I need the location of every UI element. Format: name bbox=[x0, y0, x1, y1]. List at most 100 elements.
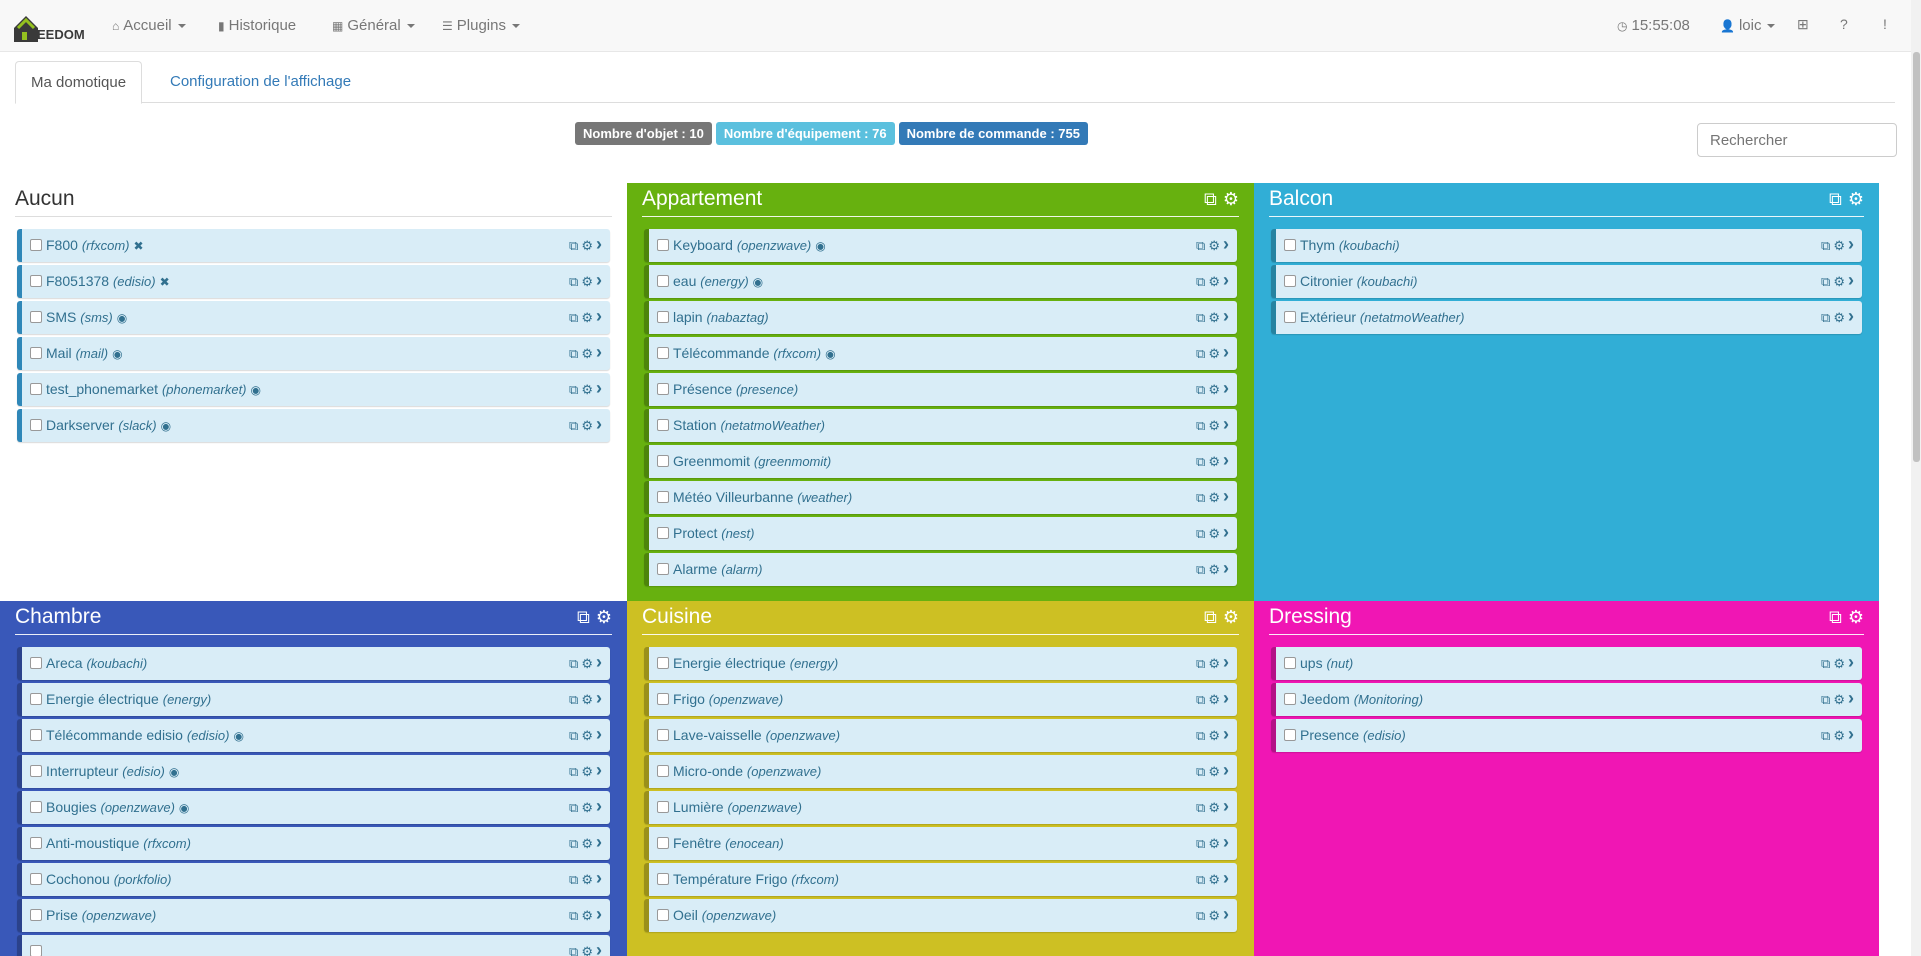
gear-icon[interactable]: ⚙ bbox=[581, 310, 593, 325]
external-link-icon[interactable]: ⧉ bbox=[1196, 562, 1205, 577]
external-link-icon[interactable]: ⧉ bbox=[1196, 346, 1205, 361]
tab-configuration-affichage[interactable]: Configuration de l'affichage bbox=[155, 61, 366, 103]
equipment-row[interactable]: Energie électrique (energy) ⧉ ⚙ › bbox=[17, 683, 610, 716]
object-title[interactable]: Chambre bbox=[15, 605, 101, 629]
chevron-right-icon[interactable]: › bbox=[596, 904, 602, 924]
gear-icon[interactable]: ⚙ bbox=[1208, 382, 1220, 397]
chevron-right-icon[interactable]: › bbox=[1223, 270, 1229, 290]
equipment-row[interactable]: Protect (nest) ⧉ ⚙ › bbox=[644, 517, 1237, 550]
equipment-row[interactable]: Présence (presence) ⧉ ⚙ › bbox=[644, 373, 1237, 406]
external-link-icon[interactable]: ⧉ bbox=[569, 418, 578, 433]
gear-icon[interactable]: ⚙ bbox=[581, 944, 593, 956]
gear-icon[interactable]: ⚙ bbox=[581, 656, 593, 671]
chevron-right-icon[interactable]: › bbox=[596, 832, 602, 852]
equipment-row[interactable]: Alarme (alarm) ⧉ ⚙ › bbox=[644, 553, 1237, 586]
gear-icon[interactable]: ⚙ bbox=[581, 872, 593, 887]
equipment-row[interactable]: F800 (rfxcom) ✖ ⧉ ⚙ › bbox=[17, 229, 610, 262]
tab-ma-domotique[interactable]: Ma domotique bbox=[15, 61, 143, 104]
external-link-icon[interactable]: ⧉ bbox=[569, 238, 578, 253]
chevron-right-icon[interactable]: › bbox=[1223, 724, 1229, 744]
external-link-icon[interactable]: ⧉ bbox=[569, 872, 578, 887]
equipment-row[interactable]: Prise (openzwave) ⧉ ⚙ › bbox=[17, 899, 610, 932]
equipment-row[interactable]: Oeil (openzwave) ⧉ ⚙ › bbox=[644, 899, 1237, 932]
chevron-right-icon[interactable]: › bbox=[1223, 832, 1229, 852]
equipment-checkbox[interactable] bbox=[657, 801, 669, 813]
equipment-row[interactable]: Lumière (openzwave) ⧉ ⚙ › bbox=[644, 791, 1237, 824]
equipment-checkbox[interactable] bbox=[30, 765, 42, 777]
external-link-icon[interactable]: ⧉ bbox=[569, 836, 578, 851]
equipment-checkbox[interactable] bbox=[657, 311, 669, 323]
chevron-right-icon[interactable]: › bbox=[1223, 234, 1229, 254]
equipment-checkbox[interactable] bbox=[30, 419, 42, 431]
equipment-checkbox[interactable] bbox=[30, 657, 42, 669]
chevron-right-icon[interactable]: › bbox=[596, 940, 602, 956]
external-link-icon[interactable]: ⧉ bbox=[1821, 692, 1830, 707]
gear-icon[interactable]: ⚙ bbox=[1208, 418, 1220, 433]
external-link-icon[interactable]: ⧉ bbox=[569, 346, 578, 361]
external-link-icon[interactable]: ⧉ bbox=[577, 607, 590, 628]
equipment-row[interactable]: Areca (koubachi) ⧉ ⚙ › bbox=[17, 647, 610, 680]
chevron-right-icon[interactable]: › bbox=[1848, 270, 1854, 290]
gear-icon[interactable]: ⚙ bbox=[1833, 692, 1845, 707]
gear-icon[interactable]: ⚙ bbox=[581, 382, 593, 397]
external-link-icon[interactable]: ⧉ bbox=[1196, 454, 1205, 469]
chevron-right-icon[interactable]: › bbox=[596, 796, 602, 816]
chevron-right-icon[interactable]: › bbox=[1848, 652, 1854, 672]
external-link-icon[interactable]: ⧉ bbox=[1196, 764, 1205, 779]
external-link-icon[interactable]: ⧉ bbox=[569, 908, 578, 923]
gear-icon[interactable]: ⚙ bbox=[1208, 238, 1220, 253]
equipment-row[interactable]: Météo Villeurbanne (weather) ⧉ ⚙ › bbox=[644, 481, 1237, 514]
equipment-row[interactable]: Darkserver (slack) ◉ ⧉ ⚙ › bbox=[17, 409, 610, 442]
equipment-checkbox[interactable] bbox=[1284, 275, 1296, 287]
equipment-row[interactable]: Fenêtre (enocean) ⧉ ⚙ › bbox=[644, 827, 1237, 860]
external-link-icon[interactable]: ⧉ bbox=[1204, 189, 1217, 210]
chevron-right-icon[interactable]: › bbox=[596, 378, 602, 398]
chevron-right-icon[interactable]: › bbox=[1223, 868, 1229, 888]
equipment-checkbox[interactable] bbox=[30, 945, 42, 956]
chevron-right-icon[interactable]: › bbox=[596, 414, 602, 434]
chevron-right-icon[interactable]: › bbox=[1223, 904, 1229, 924]
chevron-right-icon[interactable]: › bbox=[596, 868, 602, 888]
external-link-icon[interactable]: ⧉ bbox=[1196, 382, 1205, 397]
gear-icon[interactable]: ⚙ bbox=[1223, 607, 1239, 628]
alert-icon[interactable]: ! bbox=[1883, 16, 1887, 32]
external-link-icon[interactable]: ⧉ bbox=[569, 764, 578, 779]
chevron-right-icon[interactable]: › bbox=[596, 724, 602, 744]
equipment-row[interactable]: Greenmomit (greenmomit) ⧉ ⚙ › bbox=[644, 445, 1237, 478]
gear-icon[interactable]: ⚙ bbox=[1208, 274, 1220, 289]
gear-icon[interactable]: ⚙ bbox=[581, 800, 593, 815]
external-link-icon[interactable]: ⧉ bbox=[1196, 836, 1205, 851]
chevron-right-icon[interactable]: › bbox=[596, 270, 602, 290]
nav-plugins[interactable]: ☰ Plugins bbox=[442, 17, 520, 34]
gear-icon[interactable]: ⚙ bbox=[1208, 764, 1220, 779]
equipment-row[interactable]: lapin (nabaztag) ⧉ ⚙ › bbox=[644, 301, 1237, 334]
gear-icon[interactable]: ⚙ bbox=[581, 836, 593, 851]
equipment-checkbox[interactable] bbox=[1284, 729, 1296, 741]
external-link-icon[interactable]: ⧉ bbox=[1821, 310, 1830, 325]
equipment-row[interactable]: Presence (edisio) ⧉ ⚙ › bbox=[1271, 719, 1862, 752]
external-link-icon[interactable]: ⧉ bbox=[1196, 310, 1205, 325]
gear-icon[interactable]: ⚙ bbox=[1208, 562, 1220, 577]
equipment-checkbox[interactable] bbox=[657, 347, 669, 359]
equipment-checkbox[interactable] bbox=[657, 419, 669, 431]
equipment-checkbox[interactable] bbox=[1284, 311, 1296, 323]
equipment-checkbox[interactable] bbox=[30, 909, 42, 921]
gear-icon[interactable]: ⚙ bbox=[1208, 490, 1220, 505]
gear-icon[interactable]: ⚙ bbox=[1848, 189, 1864, 210]
external-link-icon[interactable]: ⧉ bbox=[1196, 418, 1205, 433]
equipment-row[interactable]: Micro-onde (openzwave) ⧉ ⚙ › bbox=[644, 755, 1237, 788]
external-link-icon[interactable]: ⧉ bbox=[569, 382, 578, 397]
external-link-icon[interactable]: ⧉ bbox=[1196, 526, 1205, 541]
equipment-row[interactable]: Extérieur (netatmoWeather) ⧉ ⚙ › bbox=[1271, 301, 1862, 334]
equipment-checkbox[interactable] bbox=[657, 383, 669, 395]
external-link-icon[interactable]: ⧉ bbox=[1196, 238, 1205, 253]
external-link-icon[interactable]: ⧉ bbox=[569, 656, 578, 671]
external-link-icon[interactable]: ⧉ bbox=[1821, 238, 1830, 253]
chevron-right-icon[interactable]: › bbox=[596, 234, 602, 254]
external-link-icon[interactable]: ⧉ bbox=[1196, 872, 1205, 887]
gear-icon[interactable]: ⚙ bbox=[1208, 728, 1220, 743]
equipment-checkbox[interactable] bbox=[657, 909, 669, 921]
external-link-icon[interactable]: ⧉ bbox=[569, 310, 578, 325]
object-title[interactable]: Appartement bbox=[642, 187, 762, 211]
equipment-row[interactable]: F8051378 (edisio) ✖ ⧉ ⚙ › bbox=[17, 265, 610, 298]
